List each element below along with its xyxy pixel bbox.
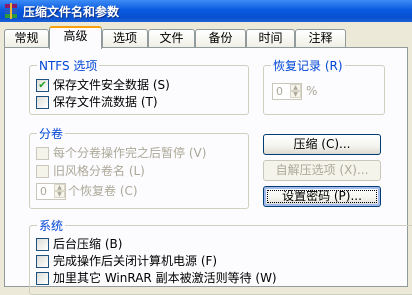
checkbox-unchecked-icon — [36, 165, 49, 178]
save-security-label: 保存文件安全数据 (S) — [53, 78, 170, 92]
recovery-volumes-label: 个恢复卷 (C) — [68, 184, 138, 198]
checkbox-unchecked-icon — [36, 255, 49, 268]
checkbox-unchecked-icon — [36, 238, 49, 251]
checkbox-checked-icon: ✔ — [36, 79, 49, 92]
volumes-group: 分卷 每个分卷操作完之后暂停 (V) 旧风格分卷名 (L) 0 ▲ ▼ 个恢复卷… — [29, 125, 249, 209]
tab-advanced[interactable]: 高级 — [49, 26, 102, 49]
window-title: 压缩文件名和参数 — [23, 5, 120, 19]
ntfs-options-legend: NTFS 选项 — [37, 57, 100, 74]
save-streams-label: 保存文件流数据 (T) — [53, 95, 158, 109]
spin-up-icon[interactable]: ▲ — [290, 84, 301, 91]
pause-after-volume-label: 每个分卷操作完之后暂停 (V) — [53, 146, 207, 160]
tab-files[interactable]: 文件 — [148, 29, 195, 47]
tab-options[interactable]: 选项 — [102, 29, 148, 47]
recovery-record-group: 恢复记录 (R) 0 ▲ ▼ % — [263, 57, 385, 115]
checkbox-unchecked-icon — [36, 96, 49, 109]
winrar-app-icon — [5, 3, 17, 19]
advanced-tab-panel: NTFS 选项 ✔ 保存文件安全数据 (S) 保存文件流数据 (T) 恢复记录 … — [4, 47, 412, 295]
spin-down-icon[interactable]: ▼ — [54, 191, 65, 198]
old-style-volume-names-label: 旧风格分卷名 (L) — [53, 164, 145, 178]
tab-time[interactable]: 时间 — [246, 29, 295, 47]
ntfs-options-group: NTFS 选项 ✔ 保存文件安全数据 (S) 保存文件流数据 (T) — [29, 57, 249, 115]
recovery-record-legend: 恢复记录 (R) — [271, 57, 345, 74]
system-group: 系统 后台压缩 (B) 完成操作后关闭计算机电源 (F) 加里其它 WinRAR… — [29, 217, 412, 295]
recovery-volumes-spinner[interactable]: 0 ▲ ▼ — [36, 183, 66, 200]
spinner-arrows[interactable]: ▲ ▼ — [54, 184, 65, 199]
set-password-button[interactable]: 设置密码 (P)... — [263, 186, 381, 207]
tab-backup[interactable]: 备份 — [195, 29, 246, 47]
title-bar: 压缩文件名和参数 — [0, 0, 412, 22]
sfx-options-button[interactable]: 自解压选项 (X)... — [263, 160, 381, 181]
background-compress-label: 后台压缩 (B) — [53, 237, 123, 251]
spin-up-icon[interactable]: ▲ — [54, 184, 65, 191]
spinner-arrows[interactable]: ▲ ▼ — [290, 84, 301, 99]
recovery-record-value: 0 — [276, 85, 283, 98]
volumes-legend: 分卷 — [37, 125, 66, 142]
system-legend: 系统 — [37, 217, 66, 234]
checkbox-unchecked-icon — [36, 147, 49, 160]
tab-strip: 常规 高级 选项 文件 备份 时间 注释 — [0, 26, 412, 49]
recovery-volumes-value: 0 — [40, 185, 47, 198]
tab-comment[interactable]: 注释 — [295, 29, 346, 47]
recovery-record-spinner[interactable]: 0 ▲ ▼ — [272, 83, 302, 100]
set-password-label: 设置密码 (P)... — [264, 187, 380, 206]
shutdown-after-label: 完成操作后关闭计算机电源 (F) — [53, 254, 218, 268]
spin-down-icon[interactable]: ▼ — [290, 91, 301, 98]
recovery-record-unit: % — [306, 84, 318, 98]
compression-settings-button[interactable]: 压缩 (C)... — [263, 134, 381, 155]
tab-general[interactable]: 常规 — [4, 29, 49, 47]
